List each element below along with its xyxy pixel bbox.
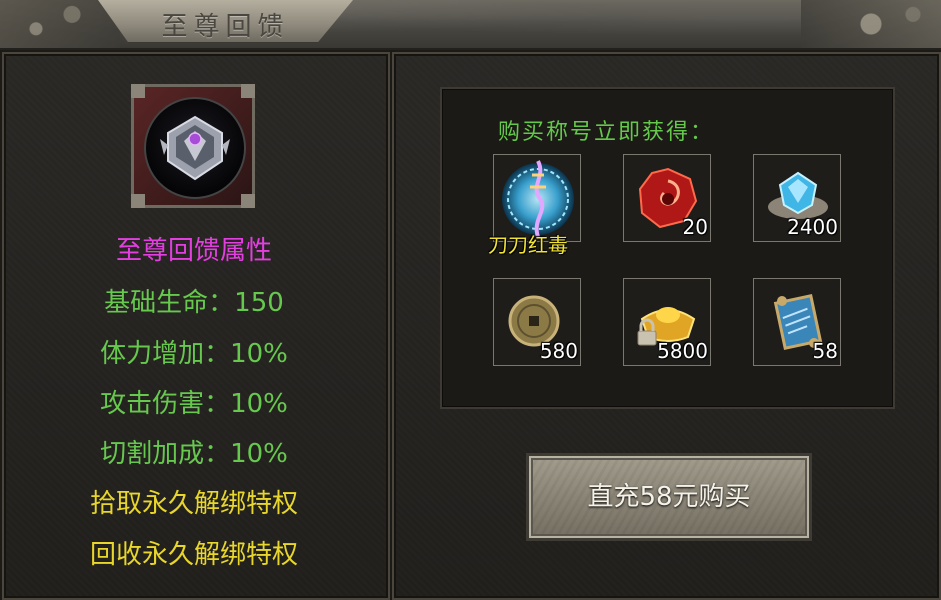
title-tab[interactable]: 至尊回馈 (98, 0, 353, 43)
attribute-title: 至尊回馈属性 (115, 236, 272, 266)
privilege-pickup-unbind: 拾取永久解绑特权 (89, 489, 298, 519)
emblem-corner (241, 84, 255, 98)
reward-slot-blue-crystal[interactable]: 2400 (753, 154, 841, 242)
reward-slot-scroll[interactable]: 58 (753, 278, 841, 366)
reward-qty: 20 (682, 215, 708, 239)
reward-qty: 2400 (787, 215, 838, 239)
reward-slot-coin[interactable]: 580 (493, 278, 581, 366)
stat-stamina: 体力增加：10% (100, 339, 288, 369)
reward-qty: 58 (812, 339, 838, 363)
reward-caption: 购买称号立即获得： (498, 120, 715, 145)
stat-attack-damage: 攻击伤害：10% (100, 389, 288, 419)
reward-slot-red-gem[interactable]: 20 (623, 154, 711, 242)
stat-base-hp: 基础生命：150 (104, 288, 284, 318)
reward-item-name: 刀刀红毒 (488, 233, 568, 257)
buy-button[interactable]: 直充58元购买 (526, 453, 812, 541)
privilege-recycle-unbind: 回收永久解绑特权 (89, 540, 298, 570)
emblem-disc (144, 97, 246, 199)
top-frame: 至尊回馈 (0, 0, 941, 50)
silver-crest-icon (160, 115, 230, 181)
reward-slot-gold[interactable]: 5800 (623, 278, 711, 366)
emblem-corner (131, 194, 145, 208)
window-title: 至尊回馈 (161, 12, 290, 42)
frame-ornament-left (0, 0, 120, 48)
frame-ornament-right (801, 0, 941, 48)
emblem-corner (241, 194, 255, 208)
supreme-emblem (131, 84, 255, 208)
reward-qty: 580 (539, 339, 578, 363)
reward-qty: 5800 (657, 339, 708, 363)
stat-cut-bonus: 切割加成：10% (100, 439, 288, 469)
emblem-corner (131, 84, 145, 98)
reward-slot-title[interactable]: 刀刀红毒 (488, 154, 581, 257)
